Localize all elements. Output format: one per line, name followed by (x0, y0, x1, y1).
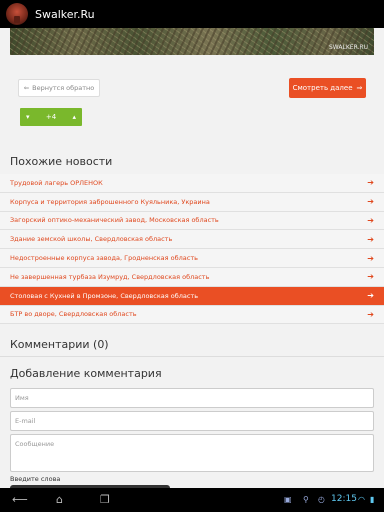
arrow-right-icon: ➔ (367, 309, 374, 319)
usb-icon: ⚲ (303, 495, 309, 504)
arrow-right-icon: ➔ (367, 215, 374, 225)
arrow-right-icon: ➔ (367, 253, 374, 263)
list-item-active[interactable]: Столовая с Кухней в Промзоне, Свердловск… (0, 286, 384, 306)
list-item[interactable]: БТР во дворе, Свердловская область ➔ (0, 305, 384, 325)
wifi-icon: ◠ (358, 495, 365, 504)
like-count: +4 (45, 113, 57, 121)
home-icon[interactable]: ⌂ (56, 493, 63, 507)
add-comment-title: Добавление комментария (10, 367, 162, 380)
thumb-down-icon[interactable]: ▾ (26, 113, 30, 121)
clock: 12:15 (331, 494, 357, 504)
next-arrow-icon: ⇒ (356, 84, 363, 92)
app-logo-icon[interactable] (6, 3, 28, 25)
recent-apps-icon[interactable]: ❐ (100, 493, 110, 507)
related-news-list: Трудовой лагерь ОРЛЕНОК ➔ Корпуса и терри… (0, 174, 384, 325)
list-item[interactable]: Недостроенные корпуса завода, Гродненска… (0, 249, 384, 268)
captcha-label: Введите слова (10, 475, 61, 483)
alarm-icon: ◴ (318, 495, 325, 504)
name-field[interactable]: Имя (10, 388, 374, 408)
app-title: Swalker.Ru (35, 7, 95, 21)
photo-watermark: SWALKER.RU (328, 44, 368, 51)
divider (0, 356, 384, 357)
back-arrow-icon: ⇐ (23, 84, 30, 92)
like-widget: ▾ +4 ▴ (20, 108, 82, 126)
system-nav-bar: ⟵ ⌂ ❐ ▣ ⚲ ◴ 12:15 ◠ ▮ (0, 488, 384, 512)
next-button[interactable]: Смотреть далее ⇒ (289, 78, 366, 98)
arrow-right-icon: ➔ (367, 197, 374, 207)
list-item[interactable]: Загорский оптико-механический завод, Мос… (0, 211, 384, 231)
comments-title: Комментарии (0) (10, 338, 109, 351)
battery-icon: ▮ (370, 495, 375, 504)
back-button[interactable]: ⇐ Вернутся обратно (18, 79, 100, 97)
action-bar: Swalker.Ru (0, 0, 384, 28)
back-icon[interactable]: ⟵ (12, 493, 28, 507)
arrow-right-icon: ➔ (367, 272, 374, 282)
screenshot-icon: ▣ (284, 495, 292, 504)
back-button-label: Вернутся обратно (32, 84, 95, 92)
article-photo: SWALKER.RU (10, 28, 374, 55)
arrow-right-icon: ➔ (367, 178, 374, 188)
email-field[interactable]: E-mail (10, 411, 374, 431)
next-button-label: Смотреть далее (292, 84, 353, 92)
list-item[interactable]: Трудовой лагерь ОРЛЕНОК ➔ (0, 174, 384, 193)
message-field[interactable]: Сообщение (10, 434, 374, 472)
related-news-title: Похожие новости (10, 155, 113, 168)
arrow-right-icon: ➔ (367, 291, 374, 301)
page-content: SWALKER.RU ⇐ Вернутся обратно Смотреть д… (0, 28, 384, 488)
list-item[interactable]: Не завершенная турбаза Изумруд, Свердлов… (0, 267, 384, 287)
arrow-right-icon: ➔ (367, 234, 374, 244)
thumb-up-icon[interactable]: ▴ (72, 113, 76, 121)
list-item[interactable]: Корпуса и территория заброшенного Куяльн… (0, 192, 384, 212)
list-item[interactable]: Здание земской школы, Свердловская облас… (0, 230, 384, 250)
